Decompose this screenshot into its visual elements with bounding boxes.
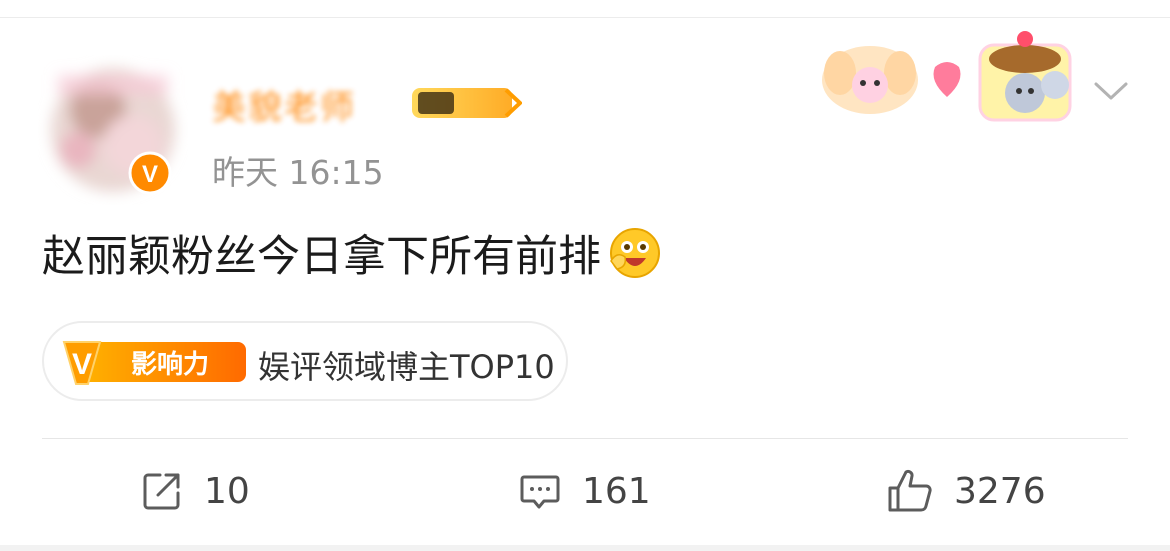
author-name[interactable]: 美貌老师 <box>212 80 356 129</box>
share-icon <box>143 473 180 510</box>
comment-icon <box>520 475 560 509</box>
top-divider <box>0 17 1170 18</box>
author-avatar[interactable]: V <box>38 55 188 205</box>
svg-text:V: V <box>72 348 92 381</box>
post-time: 昨天 16:15 <box>212 153 384 192</box>
influence-badge-icon: V 影响力 <box>62 341 246 385</box>
comment-count: 161 <box>582 470 651 512</box>
badge-text: 影响力 <box>131 349 209 380</box>
repost-button[interactable]: 10 <box>140 466 250 516</box>
tag-label: 娱评领域博主TOP10 <box>258 348 555 386</box>
post-text: 赵丽颖粉丝今日拿下所有前排 <box>42 232 601 282</box>
action-divider <box>42 438 1128 439</box>
thumbs-up-icon <box>888 469 932 512</box>
laughing-emoji-icon <box>610 228 660 278</box>
svg-text:V: V <box>142 161 158 188</box>
influence-tag[interactable]: V 影响力 娱评领域博主TOP10 <box>42 321 568 401</box>
card-decoration-stickers <box>805 25 1090 125</box>
avatar-image: V <box>51 68 175 195</box>
card-bottom-separator <box>0 545 1170 551</box>
like-count: 3276 <box>954 470 1046 512</box>
like-button[interactable]: 3276 <box>886 466 1046 516</box>
more-options-button[interactable] <box>1090 70 1132 112</box>
member-badge-icon[interactable] <box>410 82 523 122</box>
repost-count: 10 <box>204 470 250 512</box>
chevron-down-icon <box>1094 82 1128 100</box>
comment-button[interactable]: 161 <box>518 466 651 516</box>
post-content: 赵丽颖粉丝今日拿下所有前排 <box>42 222 661 284</box>
